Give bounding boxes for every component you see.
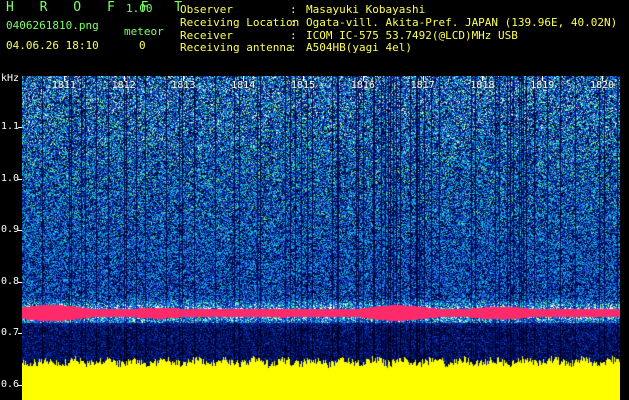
observer-label: Observer bbox=[180, 3, 233, 16]
location-label: Receiving Location bbox=[180, 16, 300, 29]
frequency-tick-label: 0.8 bbox=[1, 275, 20, 287]
time-tick-mark bbox=[303, 76, 305, 81]
frequency-tick-label: 0.9 bbox=[1, 224, 20, 236]
time-tick-mark bbox=[362, 76, 364, 81]
time-tick-label: 1811 bbox=[51, 80, 76, 91]
time-tick-mark bbox=[63, 76, 65, 81]
frequency-tick-label: 0.6 bbox=[1, 378, 20, 390]
antenna-value: A504HB(yagi 4el) bbox=[306, 41, 412, 54]
location-sep: : bbox=[290, 16, 297, 29]
observer-sep: : bbox=[290, 3, 297, 16]
frequency-unit: kHz bbox=[1, 73, 20, 84]
time-tick-mark bbox=[422, 76, 424, 81]
date-time: 04.06.26 18:10 bbox=[6, 39, 99, 52]
app-version: 1.00 bbox=[126, 2, 153, 15]
location-value: Ogata-vill. Akita-Pref. JAPAN (139.96E, … bbox=[306, 16, 618, 29]
time-tick-label: 1812 bbox=[111, 80, 136, 91]
antenna-sep: : bbox=[290, 41, 297, 54]
time-tick-mark bbox=[602, 76, 604, 81]
time-tick-mark bbox=[482, 76, 484, 81]
time-tick-label: 1817 bbox=[410, 80, 435, 91]
app-name: H R O F F T bbox=[6, 0, 192, 15]
frequency-tick-label: 1.0 bbox=[1, 172, 20, 184]
time-tick-label: 1819 bbox=[530, 80, 555, 91]
time-tick-label: 1814 bbox=[231, 80, 256, 91]
time-tick-mark bbox=[243, 76, 245, 81]
frequency-tick-label: 1.1 bbox=[1, 121, 20, 133]
time-tick-label: 1820 bbox=[590, 80, 615, 91]
meteor-count: 0 bbox=[139, 39, 146, 52]
time-tick-label: 1818 bbox=[470, 80, 495, 91]
time-tick-mark bbox=[542, 76, 544, 81]
frequency-tick-label: 0.7 bbox=[1, 327, 20, 339]
time-tick-mark bbox=[123, 76, 125, 81]
time-tick-label: 1816 bbox=[350, 80, 375, 91]
observer-value: Masayuki Kobayashi bbox=[306, 3, 426, 16]
meteor-label: meteor bbox=[124, 25, 164, 38]
time-tick-label: 1815 bbox=[291, 80, 316, 91]
header-panel: H R O F F T 1.00 0406261810.png meteor 0… bbox=[0, 0, 629, 70]
time-tick-mark bbox=[183, 76, 185, 81]
spectrogram bbox=[22, 76, 620, 400]
time-tick-label: 1813 bbox=[171, 80, 196, 91]
antenna-label: Receiving antenna bbox=[180, 41, 293, 54]
file-name: 0406261810.png bbox=[6, 19, 99, 32]
